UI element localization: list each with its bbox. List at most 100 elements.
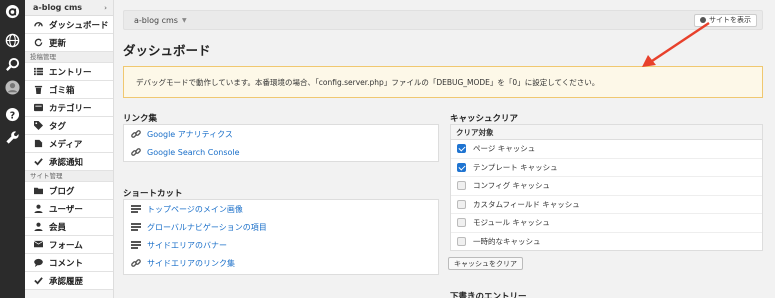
sidebar-item-tags[interactable]: タグ <box>25 117 113 135</box>
form-icon <box>32 240 44 249</box>
cache-option-label: ページ キャッシュ <box>473 144 536 154</box>
sidebar-section-title: 投稿管理 <box>25 52 113 63</box>
cache-option-template[interactable]: テンプレート キャッシュ <box>451 159 762 177</box>
checkbox-unchecked[interactable] <box>457 199 466 209</box>
shortcut-item[interactable]: グローバルナビゲーションの項目 <box>124 218 438 236</box>
checkbox-unchecked[interactable] <box>457 181 466 191</box>
shortcut-item[interactable]: トップページのメイン画像 <box>124 200 438 218</box>
user-icon <box>32 204 44 213</box>
check-icon <box>32 157 44 166</box>
trash-icon <box>32 85 44 94</box>
sidebar-item-label: 会員 <box>49 222 67 233</box>
cache-option-config[interactable]: コンフィグ キャッシュ <box>451 177 762 196</box>
tag-icon <box>32 121 44 130</box>
dashboard-icon <box>32 20 44 29</box>
clear-cache-button[interactable]: キャッシュをクリア <box>448 257 523 270</box>
cache-option-module[interactable]: モジュール キャッシュ <box>451 214 762 233</box>
checkbox-unchecked[interactable] <box>457 237 466 247</box>
sidebar-item-blogs[interactable]: ブログ <box>25 182 113 200</box>
wrench-icon[interactable] <box>5 130 20 145</box>
links-title: リンク集 <box>123 114 158 124</box>
shortcut-item[interactable]: サイドエリアのリンク集 <box>124 254 438 272</box>
draft-entries-title: 下書きのエントリー <box>450 292 527 298</box>
sidebar-item-media[interactable]: メディア <box>25 135 113 153</box>
link-label: Google アナリティクス <box>147 129 233 139</box>
breadcrumb-site: a-blog cms <box>134 15 178 25</box>
shortcut-label: トップページのメイン画像 <box>147 204 243 214</box>
sidebar: a-blog cms › ダッシュボード 更新 投稿管理 エントリー ゴミ箱 カ… <box>25 0 114 298</box>
chevron-down-icon: ▼ <box>181 16 187 24</box>
sidebar-item-label: ダッシュボード <box>49 20 109 31</box>
page-title: ダッシュボード <box>123 43 211 58</box>
shortcut-item[interactable]: サイドエリアのバナー <box>124 236 438 254</box>
module-icon <box>131 240 143 250</box>
folder-icon <box>32 186 44 195</box>
cache-option-page[interactable]: ページ キャッシュ <box>451 140 762 159</box>
sidebar-item-label: 更新 <box>49 38 67 49</box>
category-icon <box>32 103 44 112</box>
sidebar-item-label: 承認履歴 <box>49 276 84 287</box>
sidebar-item-entries[interactable]: エントリー <box>25 63 113 81</box>
sidebar-item-categories[interactable]: カテゴリー <box>25 99 113 117</box>
sidebar-item-label: カテゴリー <box>49 103 92 114</box>
media-icon <box>32 139 44 148</box>
help-icon[interactable]: ? <box>5 107 20 122</box>
cache-option-label: カスタムフィールド キャッシュ <box>473 199 580 209</box>
globe-icon[interactable] <box>5 33 20 48</box>
cache-option-temporary[interactable]: 一時的なキャッシュ <box>451 233 762 252</box>
refresh-icon <box>32 38 44 47</box>
cache-box: クリア対象 ページ キャッシュ テンプレート キャッシュ コンフィグ キャッシュ… <box>450 124 763 251</box>
main-content: a-blog cms ▼ サイトを表示 ダッシュボード デバッグモードで動作して… <box>114 0 775 298</box>
shortcut-label: サイドエリアのバナー <box>147 240 227 250</box>
links-box: Google アナリティクス Google Search Console <box>123 124 439 162</box>
sidebar-item-comments[interactable]: コメント <box>25 254 113 272</box>
link-google-analytics[interactable]: Google アナリティクス <box>124 125 438 143</box>
breadcrumb[interactable]: a-blog cms ▼ <box>134 16 187 25</box>
sidebar-item-label: タグ <box>49 121 67 132</box>
cache-option-label: コンフィグ キャッシュ <box>473 181 551 191</box>
sidebar-item-trash[interactable]: ゴミ箱 <box>25 81 113 99</box>
sidebar-item-label: 承認通知 <box>49 157 84 168</box>
checkbox-checked[interactable] <box>457 162 466 172</box>
checkbox-unchecked[interactable] <box>457 218 466 228</box>
comment-icon <box>32 258 44 267</box>
sidebar-site-switcher[interactable]: a-blog cms › <box>25 0 113 16</box>
shortcut-label: グローバルナビゲーションの項目 <box>147 222 267 232</box>
sidebar-item-label: ゴミ箱 <box>49 85 75 96</box>
icon-rail: ? <box>0 0 25 298</box>
link-icon <box>131 258 143 268</box>
shortcuts-title: ショートカット <box>123 189 183 199</box>
shortcut-label: サイドエリアのリンク集 <box>147 258 235 268</box>
sidebar-item-dashboard[interactable]: ダッシュボード <box>25 16 113 34</box>
search-icon[interactable] <box>5 57 20 72</box>
shortcuts-box: トップページのメイン画像 グローバルナビゲーションの項目 サイドエリアのバナー … <box>123 199 439 275</box>
sidebar-section-title: サイト管理 <box>25 171 113 182</box>
sidebar-site-name: a-blog cms <box>33 3 83 12</box>
sidebar-item-forms[interactable]: フォーム <box>25 236 113 254</box>
alert-text: デバッグモードで動作しています。本番環境の場合、「config.server.p… <box>136 77 600 87</box>
user-avatar-icon[interactable] <box>5 80 20 95</box>
module-icon <box>131 222 143 232</box>
link-label: Google Search Console <box>147 147 240 157</box>
cache-title: キャッシュクリア <box>450 114 519 124</box>
sidebar-item-approval-history[interactable]: 承認履歴 <box>25 272 113 290</box>
cache-target-header: クリア対象 <box>451 125 762 140</box>
sidebar-item-label: ブログ <box>49 186 75 197</box>
sidebar-item-label: コメント <box>49 258 84 269</box>
sidebar-item-members[interactable]: 会員 <box>25 218 113 236</box>
sidebar-item-approval-notice[interactable]: 承認通知 <box>25 153 113 171</box>
link-icon <box>131 129 143 139</box>
sidebar-item-refresh[interactable]: 更新 <box>25 34 113 52</box>
view-site-label: サイトを表示 <box>709 16 751 24</box>
chevron-right-icon: › <box>104 3 107 12</box>
approval-history-icon <box>32 276 44 285</box>
svg-text:?: ? <box>10 110 15 121</box>
sidebar-item-users[interactable]: ユーザー <box>25 200 113 218</box>
cache-option-customfield[interactable]: カスタムフィールド キャッシュ <box>451 196 762 214</box>
link-google-search-console[interactable]: Google Search Console <box>124 143 438 161</box>
checkbox-checked[interactable] <box>457 144 466 154</box>
acms-logo-icon[interactable] <box>5 4 20 19</box>
cache-option-label: モジュール キャッシュ <box>473 218 550 228</box>
sidebar-item-label: エントリー <box>49 67 92 78</box>
sidebar-item-label: フォーム <box>49 240 83 251</box>
